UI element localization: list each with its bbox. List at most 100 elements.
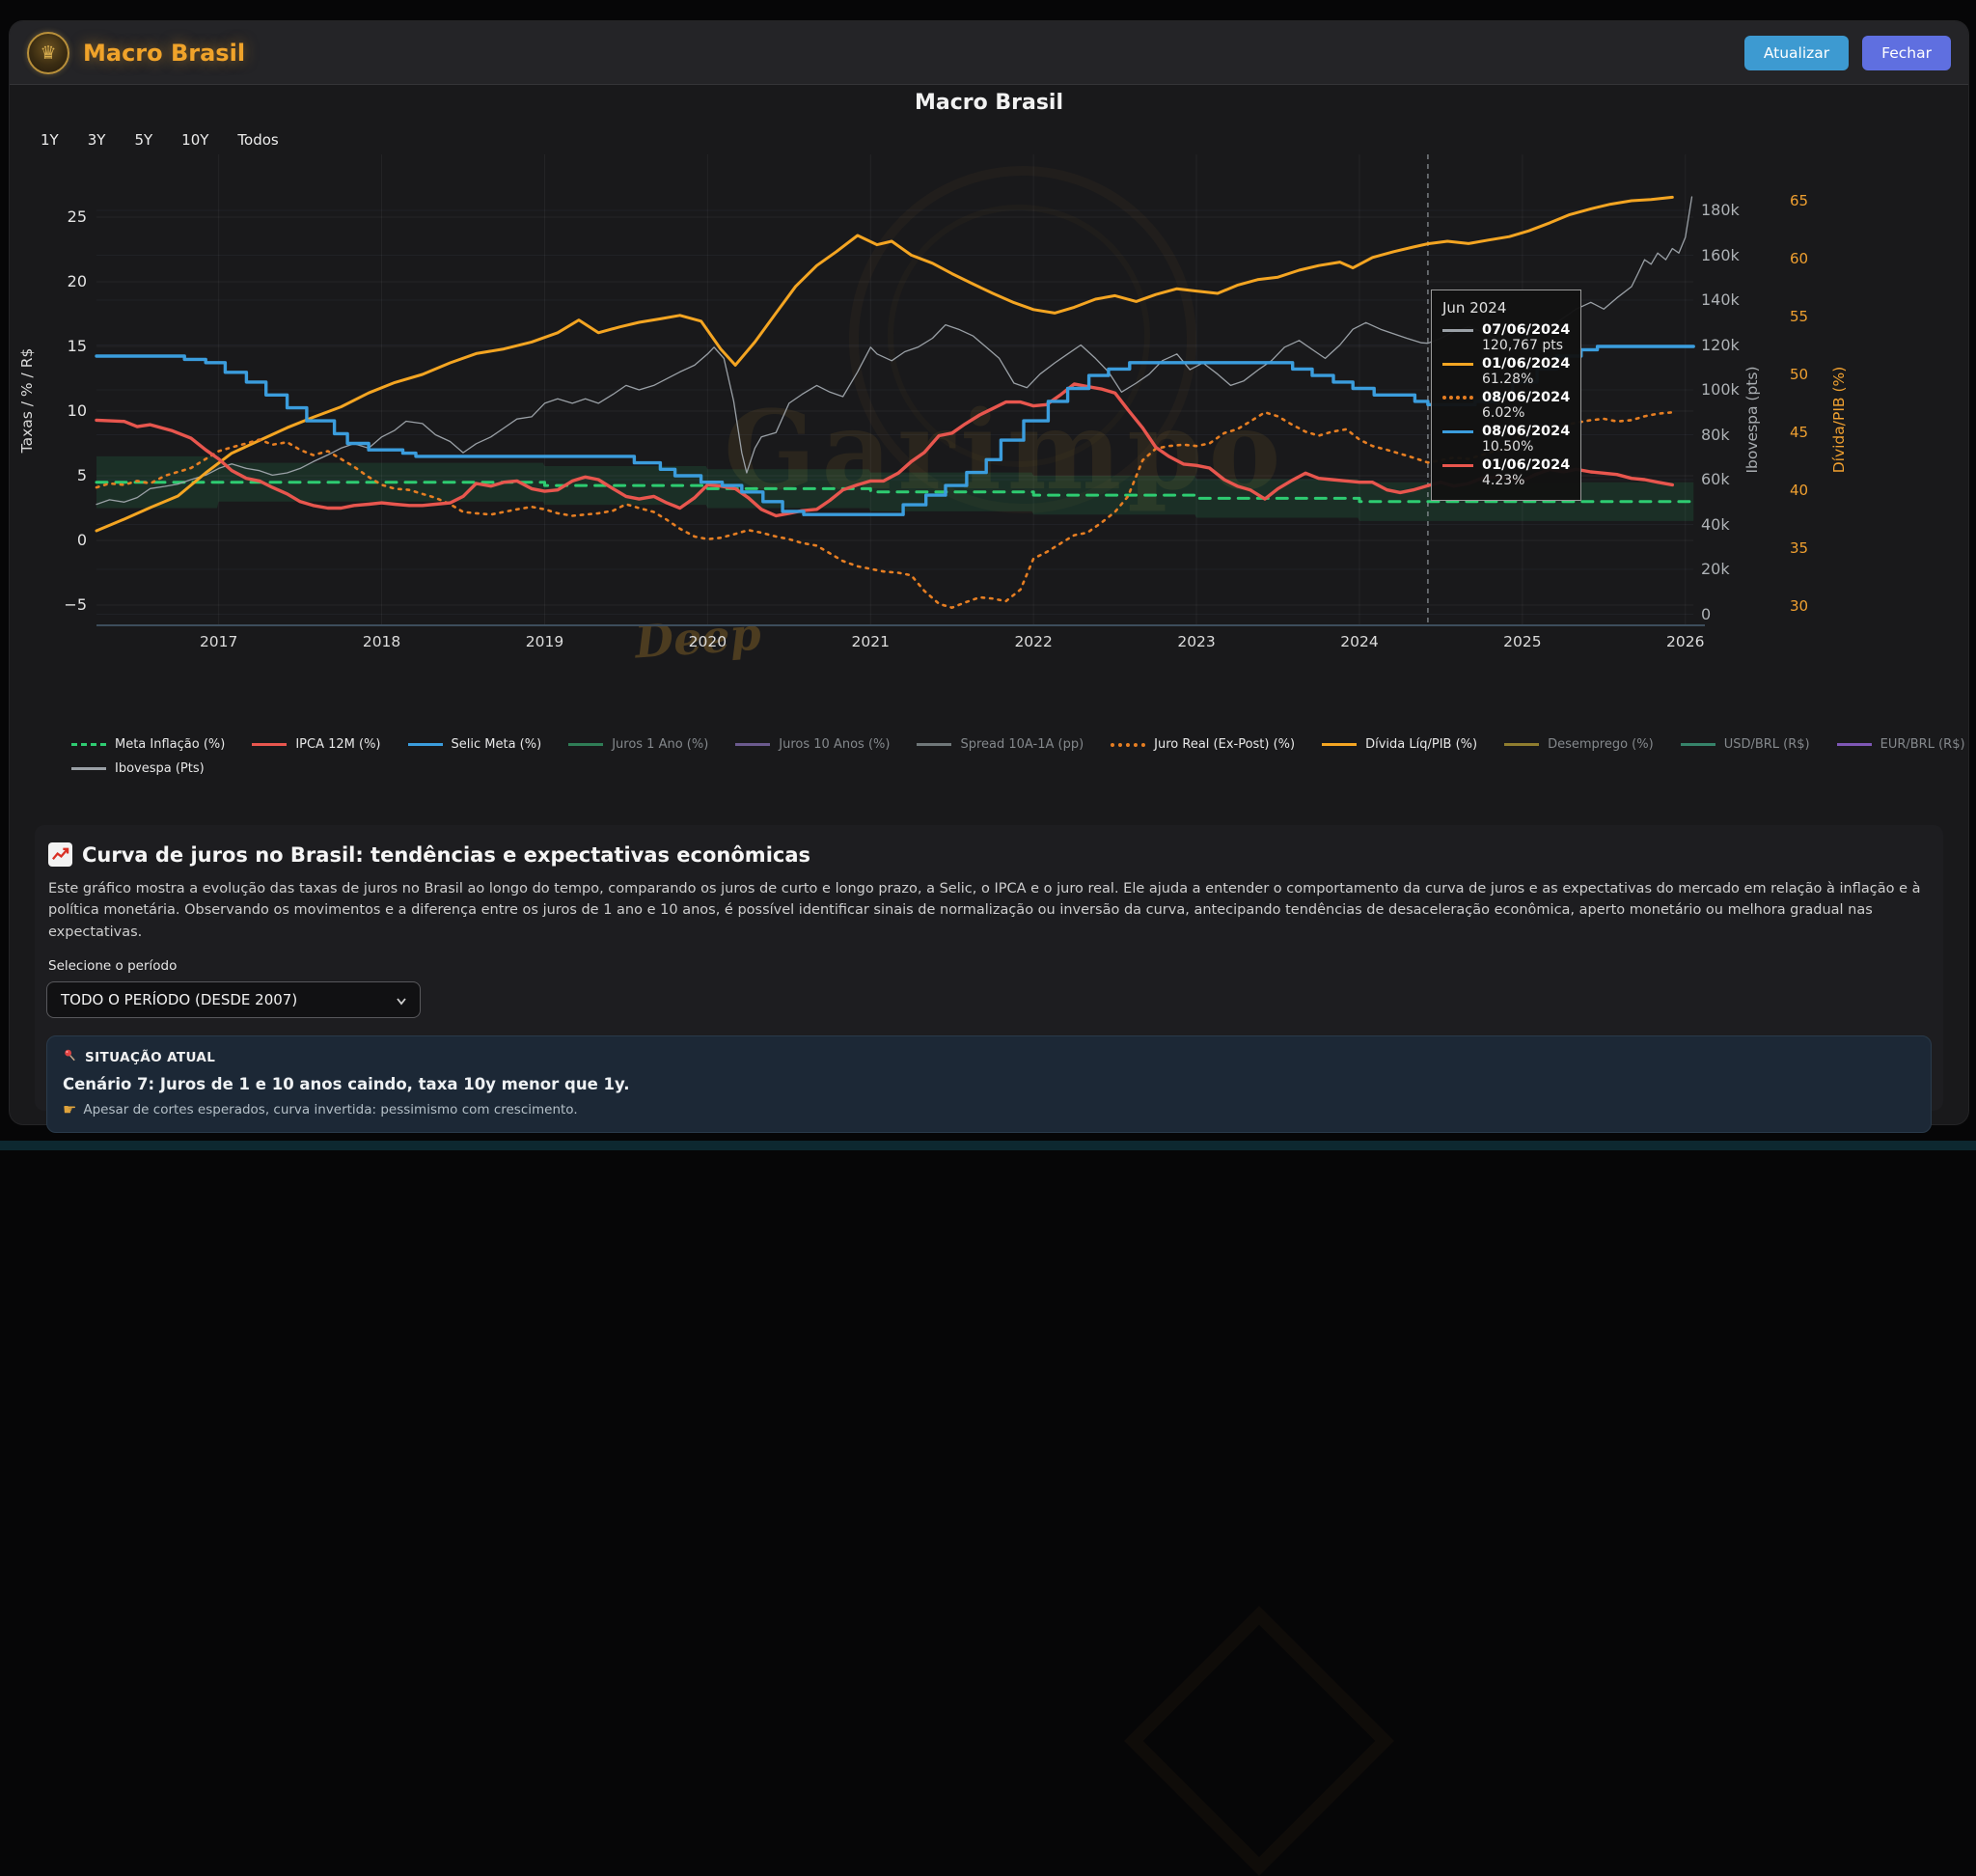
legend-swatch-icon — [408, 743, 443, 746]
legend-item[interactable]: Selic Meta (%) — [408, 737, 542, 752]
situacao-scenario: Cenário 7: Juros de 1 e 10 anos caindo, … — [63, 1075, 1915, 1093]
legend-row-1: Meta Inflação (%) IPCA 12M (%) Selic Met… — [71, 737, 1577, 752]
legend-label: Spread 10A-1A (pp) — [960, 737, 1084, 752]
left-axis-tick: 0 — [37, 531, 87, 549]
left-axis-tick: 10 — [37, 401, 87, 420]
legend-item[interactable]: Juro Real (Ex-Post) (%) — [1111, 737, 1295, 752]
ibovespa-axis-tick: 100k — [1701, 380, 1740, 399]
x-axis-tick: 2022 — [1014, 633, 1052, 650]
legend-label: Juro Real (Ex-Post) (%) — [1154, 737, 1295, 752]
legend-label: Selic Meta (%) — [452, 737, 542, 752]
left-axis-title: Taxas / % / R$ — [18, 348, 36, 454]
ibovespa-axis-tick: 180k — [1701, 201, 1740, 219]
tooltip-swatch-icon — [1442, 464, 1473, 467]
x-axis-tick: 2025 — [1503, 633, 1541, 650]
legend-item[interactable]: Ibovespa (Pts) — [71, 761, 205, 776]
divida-axis-title: Dívida/PIB (%) — [1830, 367, 1848, 474]
chart-legend: Meta Inflação (%) IPCA 12M (%) Selic Met… — [71, 737, 1577, 786]
main-card: ♛ Macro Brasil Atualizar Fechar Macro Br… — [10, 21, 1968, 1124]
chart-plot-area[interactable] — [10, 21, 1968, 822]
legend-label: EUR/BRL (R$) — [1880, 737, 1965, 752]
tooltip-value: 4.23% — [1482, 473, 1570, 488]
watermark-diamond-icon — [1124, 1606, 1394, 1876]
legend-item[interactable]: Meta Inflação (%) — [71, 737, 225, 752]
x-axis-tick: 2020 — [689, 633, 727, 650]
tooltip-title: Jun 2024 — [1442, 299, 1570, 317]
period-select[interactable]: TODO O PERÍODO (DESDE 2007) — [46, 981, 421, 1018]
legend-label: Juros 1 Ano (%) — [612, 737, 708, 752]
tooltip-row: 01/06/2024 4.23% — [1442, 457, 1570, 488]
divida-axis-tick: 60 — [1790, 250, 1808, 267]
x-axis-tick: 2017 — [200, 633, 237, 650]
tooltip-row: 07/06/2024 120,767 pts — [1442, 322, 1570, 353]
legend-item[interactable]: USD/BRL (R$) — [1681, 737, 1810, 752]
left-axis-tick: 20 — [37, 272, 87, 290]
legend-label: IPCA 12M (%) — [295, 737, 380, 752]
point-right-icon: ☛ — [63, 1100, 76, 1118]
tooltip-row: 08/06/2024 6.02% — [1442, 390, 1570, 421]
legend-item[interactable]: EUR/BRL (R$) — [1837, 737, 1965, 752]
tooltip-swatch-icon — [1442, 363, 1473, 366]
legend-item[interactable]: Spread 10A-1A (pp) — [917, 737, 1084, 752]
legend-row-2: Ibovespa (Pts) — [71, 761, 1577, 776]
legend-item[interactable]: Juros 1 Ano (%) — [568, 737, 708, 752]
legend-item[interactable]: Dívida Líq/PIB (%) — [1322, 737, 1477, 752]
legend-label: USD/BRL (R$) — [1724, 737, 1810, 752]
legend-item[interactable]: IPCA 12M (%) — [252, 737, 380, 752]
legend-item[interactable]: Desemprego (%) — [1504, 737, 1654, 752]
legend-swatch-icon — [1322, 743, 1357, 746]
divida-axis-tick: 55 — [1790, 308, 1808, 325]
legend-label: Desemprego (%) — [1548, 737, 1654, 752]
divida-axis-tick: 40 — [1790, 482, 1808, 499]
ibovespa-axis-tick: 40k — [1701, 515, 1730, 534]
legend-item[interactable]: Juros 10 Anos (%) — [735, 737, 890, 752]
left-axis-tick: 25 — [37, 207, 87, 226]
legend-swatch-icon — [568, 743, 603, 746]
ibovespa-axis-tick: 160k — [1701, 246, 1740, 264]
macro-brasil-dashboard: ♛ Macro Brasil Atualizar Fechar Macro Br… — [0, 0, 1976, 1150]
tooltip-value: 61.28% — [1482, 372, 1570, 387]
ibovespa-axis-title: Ibovespa (pts) — [1743, 366, 1761, 473]
hover-tooltip: Jun 2024 07/06/2024 120,767 pts — [1431, 290, 1581, 501]
legend-swatch-icon — [917, 743, 951, 746]
tooltip-date: 01/06/2024 — [1482, 356, 1570, 372]
legend-swatch-icon — [1504, 743, 1539, 746]
legend-label: Juros 10 Anos (%) — [779, 737, 890, 752]
x-axis-tick: 2019 — [526, 633, 563, 650]
info-heading: Curva de juros no Brasil: tendências e e… — [82, 843, 810, 867]
tooltip-value: 120,767 pts — [1482, 338, 1570, 353]
divida-axis-tick: 35 — [1790, 539, 1808, 557]
left-axis-tick: 5 — [37, 466, 87, 484]
legend-label: Ibovespa (Pts) — [115, 761, 205, 776]
tooltip-date: 08/06/2024 — [1482, 424, 1570, 439]
period-select-value: TODO O PERÍODO (DESDE 2007) — [61, 991, 297, 1008]
legend-label: Dívida Líq/PIB (%) — [1365, 737, 1477, 752]
ibovespa-axis-tick: 20k — [1701, 560, 1730, 578]
tooltip-value: 6.02% — [1482, 405, 1570, 421]
tooltip-swatch-icon — [1442, 329, 1473, 332]
situacao-tip: Apesar de cortes esperados, curva invert… — [83, 1102, 577, 1117]
legend-swatch-icon — [71, 767, 106, 770]
divida-axis-tick: 45 — [1790, 424, 1808, 441]
situacao-title: SITUAÇÃO ATUAL — [85, 1050, 215, 1065]
tooltip-row: 01/06/2024 61.28% — [1442, 356, 1570, 387]
legend-swatch-icon — [252, 743, 287, 746]
tooltip-date: 01/06/2024 — [1482, 457, 1570, 473]
divida-axis-tick: 50 — [1790, 366, 1808, 383]
legend-swatch-icon — [1681, 743, 1715, 746]
legend-swatch-icon — [1837, 743, 1872, 746]
ibovespa-axis-tick: 140k — [1701, 290, 1740, 309]
situacao-box: SITUAÇÃO ATUAL Cenário 7: Juros de 1 e 1… — [46, 1035, 1932, 1133]
tooltip-value: 10.50% — [1482, 439, 1570, 455]
tooltip-date: 08/06/2024 — [1482, 390, 1570, 405]
ibovespa-axis-tick: 120k — [1701, 336, 1740, 354]
ibovespa-axis-tick: 60k — [1701, 470, 1730, 488]
chart-up-icon — [48, 842, 72, 867]
tooltip-date: 07/06/2024 — [1482, 322, 1570, 338]
bottom-accent-strip — [0, 1141, 1976, 1150]
chevron-down-icon — [395, 994, 408, 1011]
x-axis-tick: 2026 — [1666, 633, 1704, 650]
x-axis-tick: 2024 — [1340, 633, 1378, 650]
x-axis-tick: 2023 — [1177, 633, 1215, 650]
legend-swatch-icon — [1111, 743, 1145, 747]
